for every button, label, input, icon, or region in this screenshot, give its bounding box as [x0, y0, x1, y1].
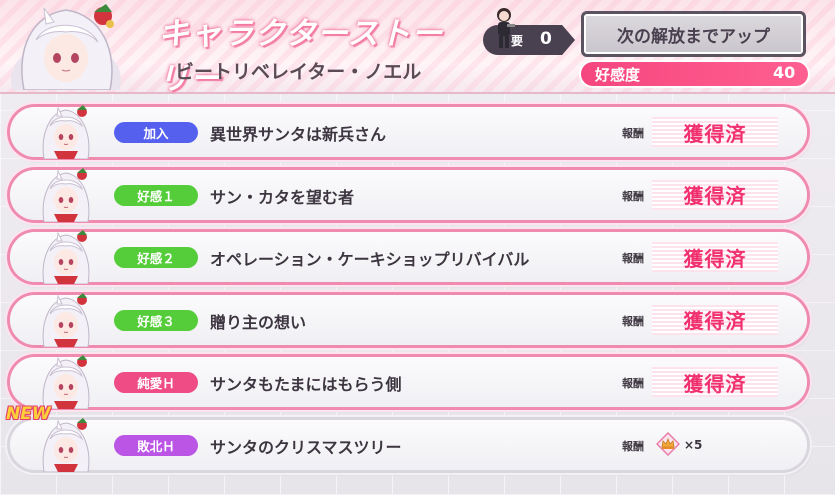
reward-claimed-status: 獲得済 — [652, 179, 778, 210]
story-category-badge: 好感２ — [114, 247, 198, 268]
reward-claimed-status: 獲得済 — [652, 367, 778, 397]
crown-crystal-icon — [655, 431, 681, 459]
reward-item-count: ×5 — [684, 438, 703, 452]
character-avatar-icon — [38, 354, 94, 409]
reward-claimed-status: 獲得済 — [652, 304, 778, 335]
unlock-up-button[interactable]: 次の解放までアップ — [581, 11, 806, 57]
character-avatar-icon — [38, 229, 94, 284]
requirement-count: 0 — [540, 29, 552, 49]
story-title: 異世界サンタは新兵さん — [210, 125, 387, 144]
story-category-badge: 加入 — [114, 122, 198, 143]
story-title: サンタのクリスマスツリー — [210, 437, 402, 457]
story-title: サン・カタを望む者 — [210, 187, 355, 207]
story-row[interactable]: 敗北Ｈ サンタのクリスマスツリー 報酬 ×5 NEW — [6, 404, 807, 472]
affection-label: 好感度 — [595, 66, 641, 84]
new-tag: NEW — [6, 403, 51, 424]
reward-label: 報酬 — [622, 439, 644, 453]
story-title: サンタもたまにはもらう側 — [210, 375, 402, 394]
reward-claimed-status: 獲得済 — [652, 117, 778, 147]
page-title: キャラクターストーリー — [158, 16, 444, 97]
story-category-badge: 好感３ — [114, 309, 198, 331]
story-row[interactable]: 加入 異世界サンタは新兵さん 報酬 獲得済 — [10, 104, 807, 159]
story-category-badge: 好感１ — [114, 184, 198, 206]
reward-label: 報酬 — [622, 314, 644, 328]
character-avatar-icon — [38, 417, 94, 472]
story-category-badge: 純愛Ｈ — [114, 372, 198, 393]
requirement-label: 要 — [511, 34, 524, 48]
story-row[interactable]: 好感３ 贈り主の想い 報酬 獲得済 — [10, 292, 807, 347]
reward-claimed-status: 獲得済 — [652, 242, 778, 272]
affection-value: 40 — [773, 63, 796, 82]
reward-label: 報酬 — [622, 127, 644, 140]
reward-label: 報酬 — [622, 252, 644, 265]
reward-label: 報酬 — [622, 189, 644, 203]
story-row[interactable]: 純愛Ｈ サンタもたまにはもらう側 報酬 獲得済 — [10, 354, 807, 409]
character-avatar-icon — [38, 104, 94, 159]
character-avatar-icon — [38, 167, 94, 222]
header: キャラクターストーリー ビートリベレイター・ノエル 要 0 次の解放までアップ … — [0, 0, 835, 97]
story-title: オペレーション・ケーキショップリバイバル — [210, 250, 530, 269]
story-title: 贈り主の想い — [210, 312, 307, 332]
story-category-badge: 敗北Ｈ — [114, 434, 198, 456]
character-portrait — [6, 0, 126, 90]
character-name: ビートリベレイター・ノエル — [175, 61, 422, 83]
character-avatar-icon — [38, 292, 94, 347]
reward-item: ×5 — [655, 431, 703, 459]
reward-label: 報酬 — [622, 377, 644, 390]
story-row[interactable]: 好感１ サン・カタを望む者 報酬 獲得済 — [10, 167, 807, 222]
story-row[interactable]: 好感２ オペレーション・ケーキショップリバイバル 報酬 獲得済 — [10, 229, 807, 284]
